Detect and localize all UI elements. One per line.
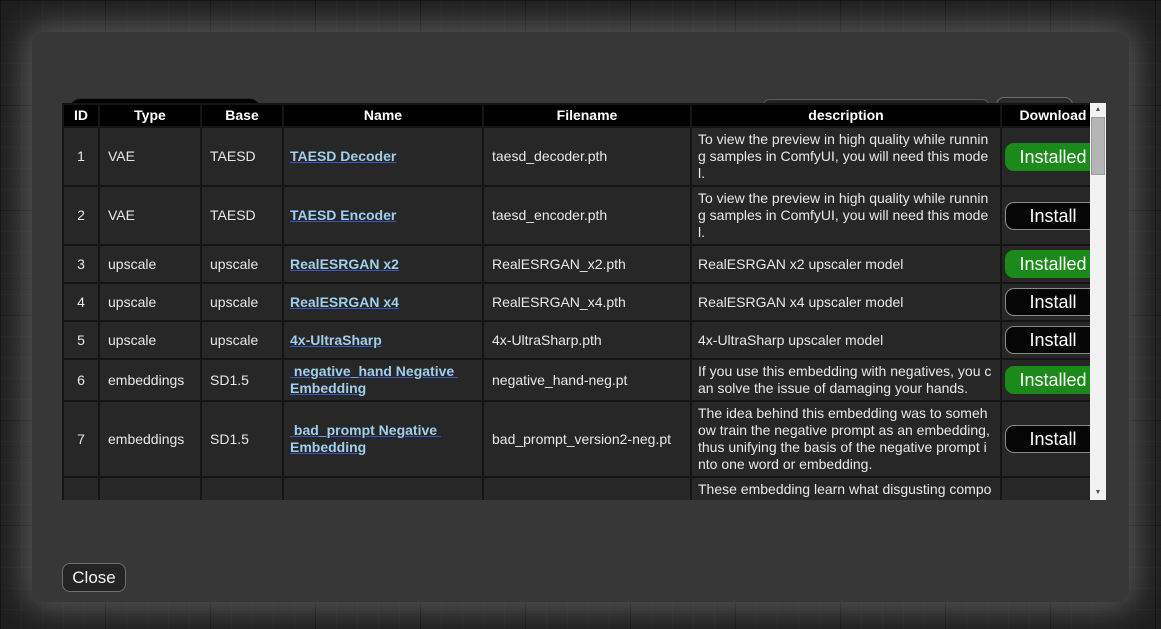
cell-description: If you use this embedding with negatives… xyxy=(692,360,1000,400)
scroll-up-arrow-icon[interactable]: ▲ xyxy=(1090,103,1106,117)
cell-base: upscale xyxy=(202,284,282,320)
installed-button[interactable]: Installed xyxy=(1005,143,1101,171)
cell-base: upscale xyxy=(202,322,282,358)
cell-type xyxy=(100,478,200,500)
cell-name: TAESD Encoder xyxy=(284,187,482,244)
cell-filename: 4x-UltraSharp.pth xyxy=(484,322,690,358)
cell-filename xyxy=(484,478,690,500)
column-header-description: description xyxy=(692,105,1000,126)
cell-description: RealESRGAN x4 upscaler model xyxy=(692,284,1000,320)
cell-description: RealESRGAN x2 upscaler model xyxy=(692,246,1000,282)
install-button[interactable]: Install xyxy=(1005,288,1101,316)
cell-download: Install xyxy=(1002,187,1104,244)
cell-id xyxy=(64,478,98,500)
cell-name: negative_hand Negative Embedding xyxy=(284,360,482,400)
cell-download: Install xyxy=(1002,402,1104,476)
column-header-type: Type xyxy=(100,105,200,126)
cell-type: VAE xyxy=(100,187,200,244)
cell-filename: bad_prompt_version2-neg.pt xyxy=(484,402,690,476)
model-name-link[interactable]: TAESD Encoder xyxy=(290,207,396,223)
column-header-name: Name xyxy=(284,105,482,126)
cell-type: embeddings xyxy=(100,360,200,400)
close-button[interactable]: Close xyxy=(62,563,126,592)
column-header-id: ID xyxy=(64,105,98,126)
installed-button[interactable]: Installed xyxy=(1005,250,1101,278)
cell-download xyxy=(1002,478,1104,500)
cell-name xyxy=(284,478,482,500)
table-row: 5upscaleupscale4x-UltraSharp4x-UltraShar… xyxy=(64,322,1104,358)
comfyui-canvas-background: Filter: all Search IDTypeBaseNameFilenam… xyxy=(0,0,1161,629)
cell-type: VAE xyxy=(100,128,200,185)
table-row: These embedding learn what disgusting co… xyxy=(64,478,1104,500)
column-header-base: Base xyxy=(202,105,282,126)
cell-id: 3 xyxy=(64,246,98,282)
table-row: 3upscaleupscaleRealESRGAN x2RealESRGAN_x… xyxy=(64,246,1104,282)
cell-description: To view the preview in high quality whil… xyxy=(692,128,1000,185)
cell-id: 4 xyxy=(64,284,98,320)
column-header-download: Download xyxy=(1002,105,1104,126)
cell-name: 4x-UltraSharp xyxy=(284,322,482,358)
cell-name: TAESD Decoder xyxy=(284,128,482,185)
cell-download: Installed xyxy=(1002,128,1104,185)
cell-type: upscale xyxy=(100,284,200,320)
model-table-scroll-area: IDTypeBaseNameFilenamedescriptionDownloa… xyxy=(62,103,1106,500)
cell-download: Installed xyxy=(1002,360,1104,400)
cell-description: The idea behind this embedding was to so… xyxy=(692,402,1000,476)
install-button[interactable]: Install xyxy=(1005,326,1101,354)
model-name-link[interactable]: 4x-UltraSharp xyxy=(290,332,382,348)
cell-type: upscale xyxy=(100,322,200,358)
table-row: 2VAETAESD TAESD Encoder taesd_encoder.pthT… xyxy=(64,187,1104,244)
cell-type: embeddings xyxy=(100,402,200,476)
cell-id: 2 xyxy=(64,187,98,244)
cell-id: 1 xyxy=(64,128,98,185)
table-row: 1VAETAESD TAESD Decoder taesd_decoder.pthT… xyxy=(64,128,1104,185)
cell-description: To view the preview in high quality whil… xyxy=(692,187,1000,244)
cell-download: Install xyxy=(1002,284,1104,320)
cell-id: 6 xyxy=(64,360,98,400)
install-models-dialog: Filter: all Search IDTypeBaseNameFilenam… xyxy=(32,32,1129,602)
cell-id: 7 xyxy=(64,402,98,476)
model-table: IDTypeBaseNameFilenamedescriptionDownloa… xyxy=(62,103,1106,500)
model-name-link[interactable]: bad_prompt Negative Embedding xyxy=(290,422,441,455)
cell-name: bad_prompt Negative Embedding xyxy=(284,402,482,476)
table-row: 6embeddingsSD1.5 negative_hand Negative … xyxy=(64,360,1104,400)
scrollbar-thumb[interactable] xyxy=(1091,117,1105,175)
table-header-row: IDTypeBaseNameFilenamedescriptionDownloa… xyxy=(64,105,1104,126)
table-row: 4upscaleupscaleRealESRGAN x4RealESRGAN_x… xyxy=(64,284,1104,320)
model-name-link[interactable]: TAESD Decoder xyxy=(290,148,396,164)
install-button[interactable]: Install xyxy=(1005,425,1101,453)
cell-download: Install xyxy=(1002,322,1104,358)
cell-base: SD1.5 xyxy=(202,360,282,400)
cell-type: upscale xyxy=(100,246,200,282)
scroll-down-arrow-icon[interactable]: ▼ xyxy=(1090,486,1106,500)
cell-name: RealESRGAN x4 xyxy=(284,284,482,320)
cell-download: Installed xyxy=(1002,246,1104,282)
cell-name: RealESRGAN x2 xyxy=(284,246,482,282)
cell-id: 5 xyxy=(64,322,98,358)
cell-filename: negative_hand-neg.pt xyxy=(484,360,690,400)
cell-filename: RealESRGAN_x4.pth xyxy=(484,284,690,320)
vertical-scrollbar[interactable]: ▲ ▼ xyxy=(1090,103,1106,500)
cell-description: These embedding learn what disgusting co… xyxy=(692,478,1000,500)
cell-base xyxy=(202,478,282,500)
install-button[interactable]: Install xyxy=(1005,202,1101,230)
cell-filename: RealESRGAN_x2.pth xyxy=(484,246,690,282)
cell-base: TAESD xyxy=(202,128,282,185)
cell-base: SD1.5 xyxy=(202,402,282,476)
model-name-link[interactable]: negative_hand Negative Embedding xyxy=(290,363,458,396)
installed-button[interactable]: Installed xyxy=(1005,366,1101,394)
cell-filename: taesd_decoder.pth xyxy=(484,128,690,185)
cell-filename: taesd_encoder.pth xyxy=(484,187,690,244)
model-name-link[interactable]: RealESRGAN x2 xyxy=(290,256,399,272)
model-name-link[interactable]: RealESRGAN x4 xyxy=(290,294,399,310)
cell-base: upscale xyxy=(202,246,282,282)
cell-base: TAESD xyxy=(202,187,282,244)
table-row: 7embeddingsSD1.5 bad_prompt Negative Emb… xyxy=(64,402,1104,476)
column-header-filename: Filename xyxy=(484,105,690,126)
cell-description: 4x-UltraSharp upscaler model xyxy=(692,322,1000,358)
